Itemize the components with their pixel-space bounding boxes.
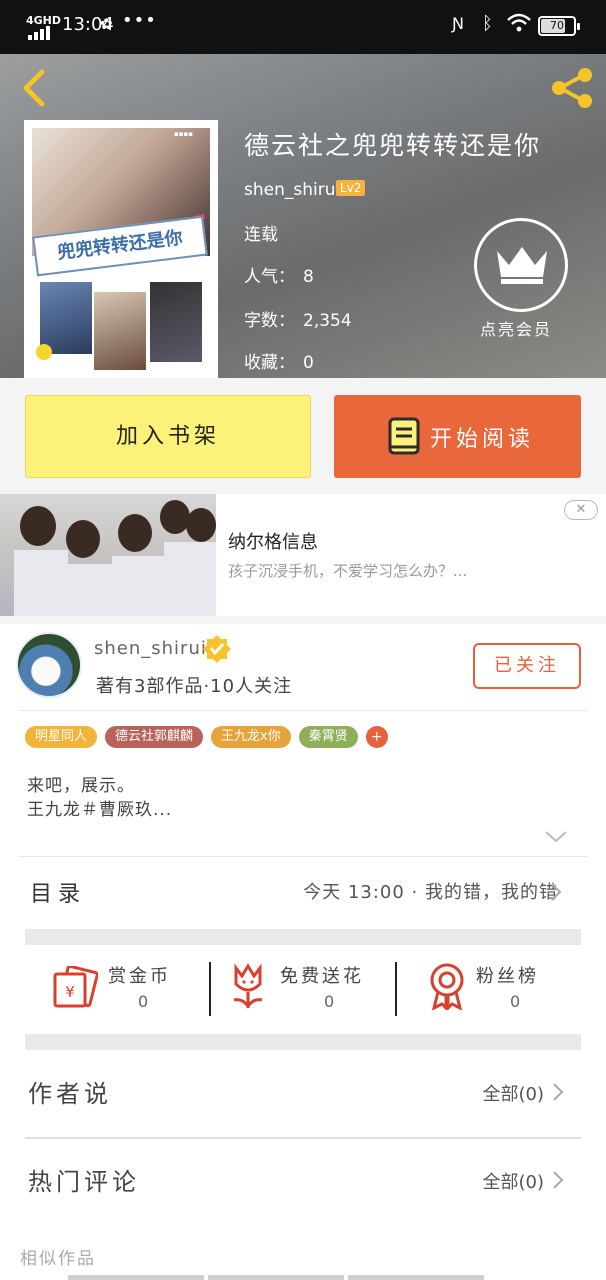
tag-list: 明星同人 德云社郭麒麟 王九龙x你 秦霄贤 + <box>25 726 388 748</box>
toc-latest-chapter: 今天 13:00 · 我的错，我的错 <box>303 882 558 903</box>
send-flower-button[interactable]: 免费送花 0 <box>230 954 380 1026</box>
similar-work-thumb[interactable] <box>348 1275 484 1280</box>
share-icon[interactable] <box>548 66 596 110</box>
ad-title: 纳尔格信息 <box>228 532 318 553</box>
start-reading-label: 开始阅读 <box>430 427 535 452</box>
send-flower-count: 0 <box>324 992 335 1011</box>
crown-icon <box>497 247 547 284</box>
vip-button[interactable] <box>474 218 568 312</box>
fan-ranking-count: 0 <box>510 992 521 1011</box>
level-badge: Lv2 <box>336 180 366 196</box>
add-to-shelf-button[interactable]: 加入书架 <box>25 395 311 478</box>
book-status: 连载 <box>244 225 278 245</box>
popularity-value: 8 <box>303 267 314 287</box>
wifi-icon <box>506 12 532 39</box>
chevron-down-icon[interactable] <box>544 830 568 844</box>
chevron-right-icon <box>553 1083 564 1101</box>
divider <box>18 856 588 857</box>
tag-chip[interactable]: 王九龙x你 <box>211 726 291 748</box>
ad-description: 孩子沉浸手机，不爱学习怎么办？... <box>228 562 468 580</box>
nfc-icon: Ɲ <box>452 14 464 33</box>
tag-chip[interactable]: 明星同人 <box>25 726 98 748</box>
reward-coins-count: 0 <box>138 992 149 1011</box>
tag-chip[interactable]: 德云社郭麒麟 <box>105 726 204 748</box>
divider <box>209 962 211 1016</box>
divider <box>18 710 588 711</box>
tag-chip[interactable]: 秦霄贤 <box>298 726 358 748</box>
send-flower-label: 免费送花 <box>280 966 364 987</box>
cover-tag: ▪▪▪▪ <box>174 130 193 138</box>
author-says-row[interactable]: 作者说 全部(0) <box>0 1052 606 1132</box>
cover-photo-small <box>40 282 92 354</box>
word-count-value: 2,354 <box>303 311 352 331</box>
details-panel: shen_shirui 著有3部作品·10人关注 已关注 明星同人 德云社郭麒麟… <box>0 624 606 1280</box>
toc-label: 目录 <box>30 882 87 907</box>
medal-icon <box>430 963 464 1010</box>
svg-text:¥: ¥ <box>65 983 75 1001</box>
book-author[interactable]: shen_shirui <box>244 180 340 200</box>
popularity-row: 人气： 8 <box>244 267 314 287</box>
book-description: 来吧，展示。 王九龙＃曹厥玖... <box>27 774 172 822</box>
hot-comments-more[interactable]: 全部(0) <box>483 1168 545 1194</box>
back-icon[interactable] <box>18 68 48 108</box>
author-stats: 著有3部作品·10人关注 <box>96 676 293 697</box>
fan-ranking-label: 粉丝榜 <box>476 966 539 987</box>
vip-label[interactable]: 点亮会员 <box>480 316 552 340</box>
similar-works-strip <box>68 1275 484 1280</box>
author-name[interactable]: shen_shirui <box>94 638 207 659</box>
battery-icon: 70 <box>538 16 580 36</box>
start-reading-button[interactable]: 开始阅读 <box>334 395 581 478</box>
description-line: 王九龙＃曹厥玖... <box>27 800 173 820</box>
bluetooth-icon: ᛒ <box>482 13 493 34</box>
signal-icon <box>28 26 50 40</box>
table-of-contents-row[interactable]: 目录 今天 13:00 · 我的错，我的错 <box>0 860 606 922</box>
status-bar: 4GHD 13:04 ✿ ••• Ɲ ᛒ 70 <box>0 0 606 54</box>
ad-banner[interactable]: 纳尔格信息 孩子沉浸手机，不爱学习怎么办？... ✕ <box>0 494 606 616</box>
reward-coins-label: 赏金币 <box>108 966 171 987</box>
section-gap <box>25 929 581 945</box>
divider <box>25 1137 581 1139</box>
author-says-label: 作者说 <box>28 1080 112 1108</box>
verified-badge-icon <box>203 635 231 663</box>
hot-comments-label: 热门评论 <box>28 1168 140 1196</box>
close-icon[interactable]: ✕ <box>564 500 598 520</box>
avatar[interactable] <box>16 632 82 698</box>
similar-works-heading: 相似作品 <box>20 1249 96 1269</box>
follow-button[interactable]: 已关注 <box>473 643 581 689</box>
wechat-icon: ✿ <box>100 15 113 33</box>
chevron-right-icon <box>551 883 562 901</box>
favorites-row: 收藏： 0 <box>244 353 314 373</box>
reward-coins-button[interactable]: ¥ 赏金币 0 <box>52 954 192 1026</box>
similar-work-thumb[interactable] <box>208 1275 344 1280</box>
book-icon <box>388 417 420 455</box>
divider <box>395 962 397 1016</box>
favorites-value: 0 <box>303 353 314 373</box>
add-tag-button[interactable]: + <box>365 726 388 748</box>
description-line: 来吧，展示。 <box>27 776 135 796</box>
ad-image <box>0 494 216 616</box>
similar-work-thumb[interactable] <box>68 1275 204 1280</box>
book-header: ▪▪▪▪ ♥ 兜兜转转还是你 德云社之兜兜转转还是你 shen_shirui L… <box>0 54 606 378</box>
section-gap <box>25 1034 581 1050</box>
cover-photo-small <box>94 292 146 370</box>
fan-ranking-button[interactable]: 粉丝榜 0 <box>428 954 558 1026</box>
more-dots-icon: ••• <box>122 10 157 31</box>
flower-icon <box>233 963 263 1009</box>
book-cover[interactable]: ▪▪▪▪ ♥ 兜兜转转还是你 <box>24 120 218 378</box>
smiley-icon <box>36 344 52 360</box>
author-says-more[interactable]: 全部(0) <box>483 1080 545 1106</box>
chevron-right-icon <box>553 1171 564 1189</box>
cover-photo-small <box>150 282 202 362</box>
book-title: 德云社之兜兜转转还是你 <box>244 131 542 160</box>
word-count-row: 字数： 2,354 <box>244 311 352 331</box>
support-stats: ¥ 赏金币 0 免费送花 0 粉丝榜 0 <box>0 954 606 1026</box>
coin-envelope-icon: ¥ <box>53 966 98 1008</box>
hot-comments-row[interactable]: 热门评论 全部(0) <box>0 1140 606 1220</box>
